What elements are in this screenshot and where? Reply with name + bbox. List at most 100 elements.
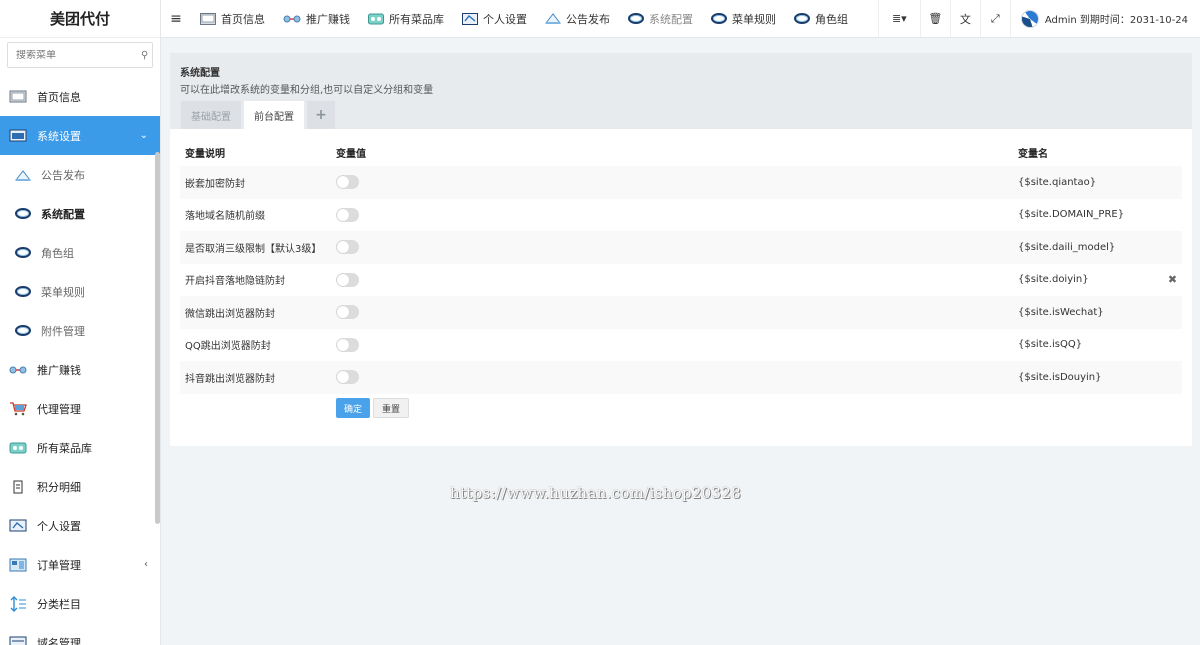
table-row: 开启抖音落地隐链防封 {$site.doiyin} ✖: [180, 264, 1182, 297]
sidebar-subitem-attachments[interactable]: 附件管理: [0, 311, 160, 350]
toggle-switch[interactable]: [336, 175, 359, 190]
tab-label: 系统配置: [649, 12, 693, 26]
language-icon[interactable]: 文: [949, 0, 980, 38]
sidebar-item-category[interactable]: 分类栏目: [0, 584, 160, 623]
ring-icon: [794, 13, 810, 24]
row-variable-name: {$site.isDouyin}: [1018, 371, 1102, 383]
sidebar-item-label: 所有菜品库: [37, 441, 92, 455]
sidebar-subitem-role-group[interactable]: 角色组: [0, 233, 160, 272]
tab-promote[interactable]: 推广赚钱: [274, 0, 359, 38]
ring-icon: [14, 323, 32, 339]
watermark-text: https://www.huzhan.com/ishop20328: [450, 484, 742, 502]
ring-icon: [711, 13, 727, 24]
promote-icon: [283, 13, 301, 25]
add-tab-button[interactable]: +: [307, 101, 335, 129]
row-description: QQ跳出浏览器防封: [185, 341, 271, 353]
row-action: [1163, 166, 1182, 199]
cart-icon: [9, 402, 27, 416]
sidebar-item-label: 积分明细: [37, 480, 81, 494]
search-box[interactable]: ⚲: [7, 42, 153, 68]
sidebar-scrollbar[interactable]: [155, 152, 160, 524]
avatar: [1020, 9, 1039, 28]
header-variable-name: 变量名: [1018, 149, 1048, 160]
tab-label: 公告发布: [566, 12, 610, 26]
sidebar-item-label: 首页信息: [37, 90, 81, 104]
toggle-switch[interactable]: [336, 370, 359, 385]
sidebar-item-personal[interactable]: 个人设置: [0, 506, 160, 545]
table-row: 抖音跳出浏览器防封 {$site.isDouyin}: [180, 361, 1182, 394]
sidebar-item-home[interactable]: 首页信息: [0, 77, 160, 116]
row-value: [331, 199, 1013, 232]
sidebar-toggle-icon[interactable]: ≡: [161, 11, 191, 27]
sidebar-subitem-announcement[interactable]: 公告发布: [0, 155, 160, 194]
tab-menu-rules[interactable]: 菜单规则: [702, 0, 785, 38]
chevron-left-icon: ‹: [144, 559, 148, 570]
ring-icon: [14, 245, 32, 261]
reset-button[interactable]: 重置: [373, 398, 410, 418]
search-icon[interactable]: ⚲: [141, 50, 148, 61]
row-description: 抖音跳出浏览器防封: [185, 373, 275, 385]
more-tabs-icon[interactable]: ≣▾: [877, 0, 920, 38]
table-row: 是否取消三级限制【默认3级】 {$site.daili_model}: [180, 231, 1182, 264]
toggle-switch[interactable]: [336, 305, 359, 320]
sidebar-subitem-system-config[interactable]: 系统配置: [0, 194, 160, 233]
order-icon: [9, 558, 27, 572]
toggle-switch[interactable]: [336, 272, 359, 287]
sidebar-item-domains[interactable]: 域名管理: [0, 623, 160, 645]
sidebar-item-orders[interactable]: 订单管理 ‹: [0, 545, 160, 584]
row-variable-name: {$site.daili_model}: [1018, 241, 1116, 253]
sidebar-subitem-label: 公告发布: [41, 168, 85, 182]
row-value: [331, 231, 1013, 264]
search-input[interactable]: [16, 49, 141, 61]
trash-icon[interactable]: 🗑: [919, 0, 950, 38]
user-menu[interactable]: Admin 到期时间：2031-10-24: [1009, 0, 1200, 38]
tab-personal[interactable]: 个人设置: [453, 0, 536, 38]
header-action: [1163, 139, 1182, 166]
config-panel: 系统配置 可以在此增改系统的变量和分组,也可以自定义分组和变量 基础配置 前台配…: [170, 53, 1192, 446]
sidebar-subitem-label: 系统配置: [41, 207, 85, 221]
sidebar-subitem-menu-rules[interactable]: 菜单规则: [0, 272, 160, 311]
table-row: QQ跳出浏览器防封 {$site.isQQ}: [180, 329, 1182, 362]
header-value: 变量值: [336, 149, 366, 160]
confirm-button[interactable]: 确定: [336, 398, 371, 418]
toggle-switch[interactable]: [336, 207, 359, 222]
sidebar-menu: 首页信息 系统设置 ⌄ 公告发布 系统配置 角色组 菜单规则 附件管理 推广赚钱…: [0, 77, 160, 645]
sidebar-item-points[interactable]: 积分明细: [0, 467, 160, 506]
search-wrap: ⚲: [0, 38, 160, 72]
fullscreen-icon[interactable]: ⤢: [979, 0, 1010, 38]
tab-basic-config[interactable]: 基础配置: [181, 101, 241, 129]
sidebar-item-agent[interactable]: 代理管理: [0, 389, 160, 428]
row-action: [1163, 329, 1182, 362]
table-header-row: 变量说明 变量值 变量名: [180, 139, 1182, 166]
sidebar-item-dish-library[interactable]: 所有菜品库: [0, 428, 160, 467]
tab-announcement[interactable]: 公告发布: [536, 0, 619, 38]
sidebar-item-system-settings[interactable]: 系统设置 ⌄: [0, 116, 160, 155]
row-value: [331, 296, 1013, 329]
tab-system-config[interactable]: 系统配置: [619, 0, 702, 38]
tab-role-group[interactable]: 角色组: [785, 0, 857, 38]
app-logo-title[interactable]: 美团代付: [0, 0, 160, 38]
domain-icon: [9, 636, 27, 645]
toggle-switch[interactable]: [336, 337, 359, 352]
tab-label: 菜单规则: [732, 12, 776, 26]
row-description: 嵌套加密防封: [185, 178, 245, 190]
row-value: [331, 329, 1013, 362]
settings-screen-icon: [9, 129, 27, 143]
delete-icon[interactable]: ✖: [1163, 264, 1182, 297]
row-value: [331, 264, 1013, 297]
toggle-switch[interactable]: [336, 240, 359, 255]
row-description: 落地域名随机前缀: [185, 211, 265, 223]
row-action: [1163, 199, 1182, 232]
header-description: 变量说明: [185, 149, 225, 160]
page-title: 系统配置: [180, 68, 220, 79]
sidebar-item-promote[interactable]: 推广赚钱: [0, 350, 160, 389]
tab-dish-library[interactable]: 所有菜品库: [359, 0, 453, 38]
user-expiry-text: Admin 到期时间：2031-10-24: [1044, 15, 1188, 26]
sidebar-item-label: 推广赚钱: [37, 363, 81, 377]
page-description: 可以在此增改系统的变量和分组,也可以自定义分组和变量: [180, 85, 434, 96]
tab-frontend-config[interactable]: 前台配置: [244, 101, 304, 129]
tab-home[interactable]: 首页信息: [191, 0, 274, 38]
tab-label: 推广赚钱: [306, 12, 350, 26]
tab-label: 角色组: [815, 12, 848, 26]
promote-icon: [9, 363, 27, 377]
